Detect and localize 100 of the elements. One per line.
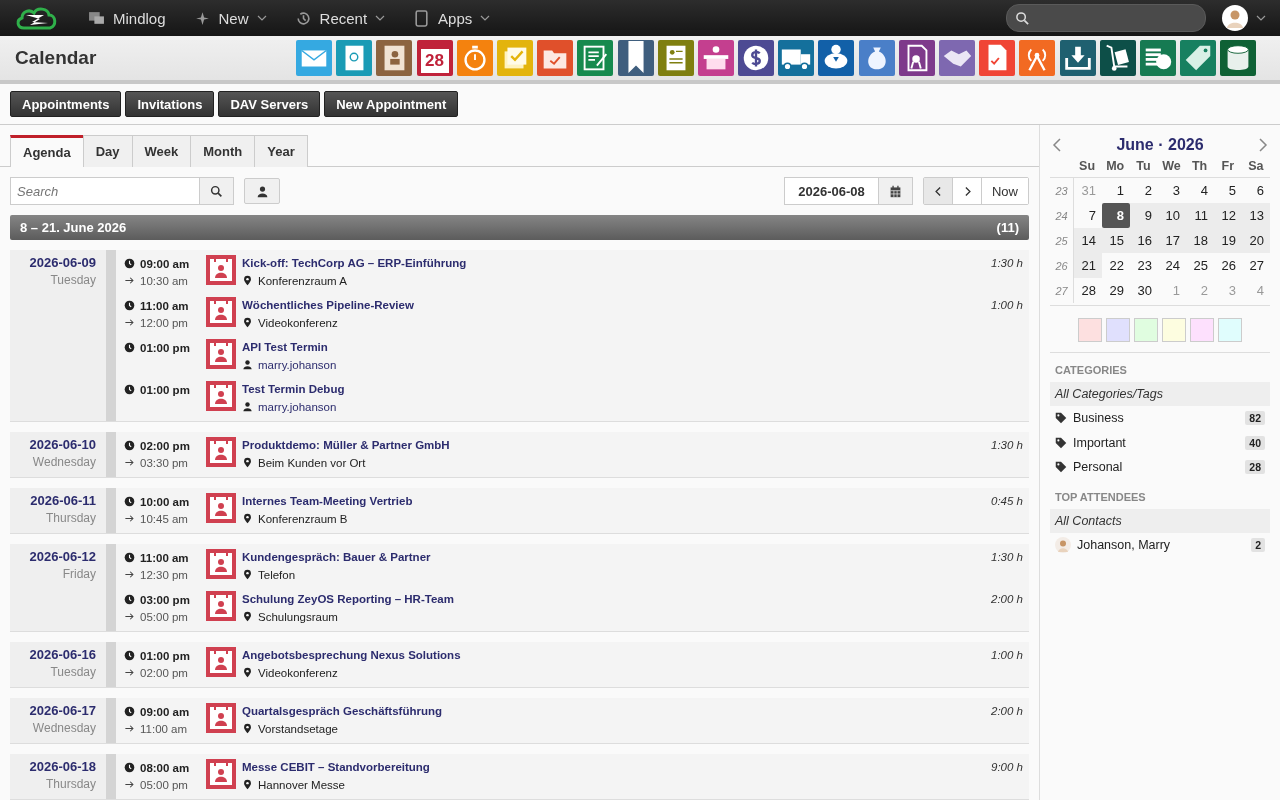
nav-menu-item[interactable]: Mindlog xyxy=(88,9,166,27)
now-button[interactable]: Now xyxy=(982,178,1028,204)
calendar-day[interactable]: 13 xyxy=(1242,203,1270,228)
calendar-day[interactable]: 3 xyxy=(1158,178,1186,203)
dollar-coin-icon[interactable] xyxy=(738,40,775,76)
category-item[interactable]: Business xyxy=(1073,411,1240,426)
day-date[interactable]: 2026-06-11 xyxy=(10,493,96,508)
event-title[interactable]: Produktdemo: Müller & Partner GmbH xyxy=(242,437,991,454)
action-button[interactable]: New Appointment xyxy=(324,91,459,117)
calendar-day[interactable]: 1 xyxy=(1102,178,1130,203)
calendar-day[interactable]: 2 xyxy=(1130,178,1158,203)
date-picker-button[interactable] xyxy=(879,177,913,205)
view-tab[interactable]: Month xyxy=(190,135,256,167)
contact-book-icon[interactable] xyxy=(376,40,413,76)
note-icon[interactable] xyxy=(577,40,614,76)
view-tab[interactable]: Year xyxy=(254,135,308,167)
folder-icon[interactable] xyxy=(537,40,574,76)
filter-all-item[interactable]: All Contacts xyxy=(1050,508,1270,533)
cylinder-icon[interactable] xyxy=(1220,40,1257,76)
nav-menu-item[interactable]: Recent xyxy=(294,9,386,27)
previous-button[interactable] xyxy=(924,178,953,204)
person-filter-button[interactable] xyxy=(244,178,280,204)
calendar-day[interactable]: 27 xyxy=(1242,253,1270,278)
attendee-item[interactable]: Johanson, Marry xyxy=(1077,537,1246,552)
user-link[interactable]: marry.johanson xyxy=(258,358,337,371)
date-field[interactable]: 2026-06-08 xyxy=(784,177,879,205)
color-filter-swatch[interactable] xyxy=(1134,318,1158,342)
view-tab[interactable]: Agenda xyxy=(10,135,84,167)
color-filter-swatch[interactable] xyxy=(1078,318,1102,342)
user-link[interactable]: marry.johanson xyxy=(258,400,337,413)
category-item[interactable]: Personal xyxy=(1073,460,1240,475)
day-date[interactable]: 2026-06-10 xyxy=(10,437,96,452)
color-filter-swatch[interactable] xyxy=(1162,318,1186,342)
calendar-day[interactable]: 24 xyxy=(1158,253,1186,278)
checklist-icon[interactable] xyxy=(496,40,533,76)
search-field[interactable] xyxy=(1006,4,1206,32)
calendar-day[interactable]: 4 xyxy=(1186,178,1214,203)
color-filter-swatch[interactable] xyxy=(1106,318,1130,342)
calendar-day[interactable]: 30 xyxy=(1130,278,1158,303)
calendar-day[interactable]: 28 xyxy=(1074,278,1102,303)
cashier-icon[interactable] xyxy=(697,40,734,76)
action-button[interactable]: Appointments xyxy=(10,91,122,117)
document-check-icon[interactable] xyxy=(979,40,1016,76)
calendar-day[interactable]: 10 xyxy=(1158,203,1186,228)
certificate-icon[interactable] xyxy=(898,40,935,76)
action-button[interactable]: DAV Servers xyxy=(218,91,321,117)
nav-menu-item[interactable]: Apps xyxy=(413,9,491,27)
calendar-day[interactable]: 14 xyxy=(1074,228,1102,253)
calendar-day[interactable]: 7 xyxy=(1074,203,1102,228)
stopwatch-icon[interactable] xyxy=(456,40,493,76)
day-date[interactable]: 2026-06-12 xyxy=(10,549,96,564)
chevron-down-icon[interactable] xyxy=(1256,15,1266,21)
category-item[interactable]: Important xyxy=(1073,435,1240,450)
calendar-day[interactable]: 18 xyxy=(1186,228,1214,253)
calendar-day[interactable]: 16 xyxy=(1130,228,1158,253)
day-date[interactable]: 2026-06-18 xyxy=(10,759,96,774)
broadcast-icon[interactable] xyxy=(1019,40,1056,76)
nav-menu-item[interactable]: New xyxy=(193,9,267,27)
search-button[interactable] xyxy=(200,177,234,205)
user-avatar[interactable] xyxy=(1222,5,1248,31)
event-title[interactable]: Messe CEBIT – Standvorbereitung xyxy=(242,759,991,776)
day-date[interactable]: 2026-06-09 xyxy=(10,255,96,270)
bookmark-icon[interactable] xyxy=(617,40,654,76)
calendar-icon[interactable]: 28 xyxy=(416,40,453,76)
color-filter-swatch[interactable] xyxy=(1218,318,1242,342)
truck-icon[interactable] xyxy=(778,40,815,76)
event-title[interactable]: Quartalsgespräch Geschäftsführung xyxy=(242,703,991,720)
event-title[interactable]: Internes Team-Meeting Vertrieb xyxy=(242,493,991,510)
day-date[interactable]: 2026-06-16 xyxy=(10,647,96,662)
calendar-day[interactable]: 22 xyxy=(1102,253,1130,278)
calendar-day[interactable]: 17 xyxy=(1158,228,1186,253)
event-title[interactable]: Schulung ZeyOS Reporting – HR-Team xyxy=(242,591,991,608)
event-title[interactable]: Wöchentliches Pipeline-Review xyxy=(242,297,991,314)
calendar-day[interactable]: 5 xyxy=(1214,178,1242,203)
price-tag-icon[interactable] xyxy=(1180,40,1217,76)
event-title[interactable]: API Test Termin xyxy=(242,339,1023,356)
id-document-icon[interactable] xyxy=(657,40,694,76)
view-tab[interactable]: Day xyxy=(82,135,133,167)
envelope-icon[interactable] xyxy=(296,40,332,76)
calendar-day[interactable]: 29 xyxy=(1102,278,1130,303)
color-filter-swatch[interactable] xyxy=(1190,318,1214,342)
calendar-day[interactable]: 9 xyxy=(1130,203,1158,228)
event-title[interactable]: Kick-off: TechCorp AG – ERP-Einführung xyxy=(242,255,991,272)
calendar-day[interactable]: 6 xyxy=(1242,178,1270,203)
view-tab[interactable]: Week xyxy=(131,135,192,167)
download-icon[interactable] xyxy=(1059,40,1096,76)
event-title[interactable]: Test Termin Debug xyxy=(242,381,1023,398)
action-button[interactable]: Invitations xyxy=(125,91,215,117)
calendar-day[interactable]: 23 xyxy=(1130,253,1158,278)
next-button[interactable] xyxy=(953,178,982,204)
calendar-day[interactable]: 25 xyxy=(1186,253,1214,278)
calendar-day[interactable]: 20 xyxy=(1242,228,1270,253)
event-title[interactable]: Angebotsbesprechung Nexus Solutions xyxy=(242,647,991,664)
calendar-day[interactable]: 15 xyxy=(1102,228,1130,253)
filter-all-item[interactable]: All Categories/Tags xyxy=(1050,382,1270,406)
money-bag-icon[interactable] xyxy=(858,40,895,76)
calendar-day[interactable]: 11 xyxy=(1186,203,1214,228)
calendar-day[interactable]: 8 xyxy=(1102,203,1130,228)
event-title[interactable]: Kundengespräch: Bauer & Partner xyxy=(242,549,991,566)
calendar-day[interactable]: 21 xyxy=(1074,253,1102,278)
